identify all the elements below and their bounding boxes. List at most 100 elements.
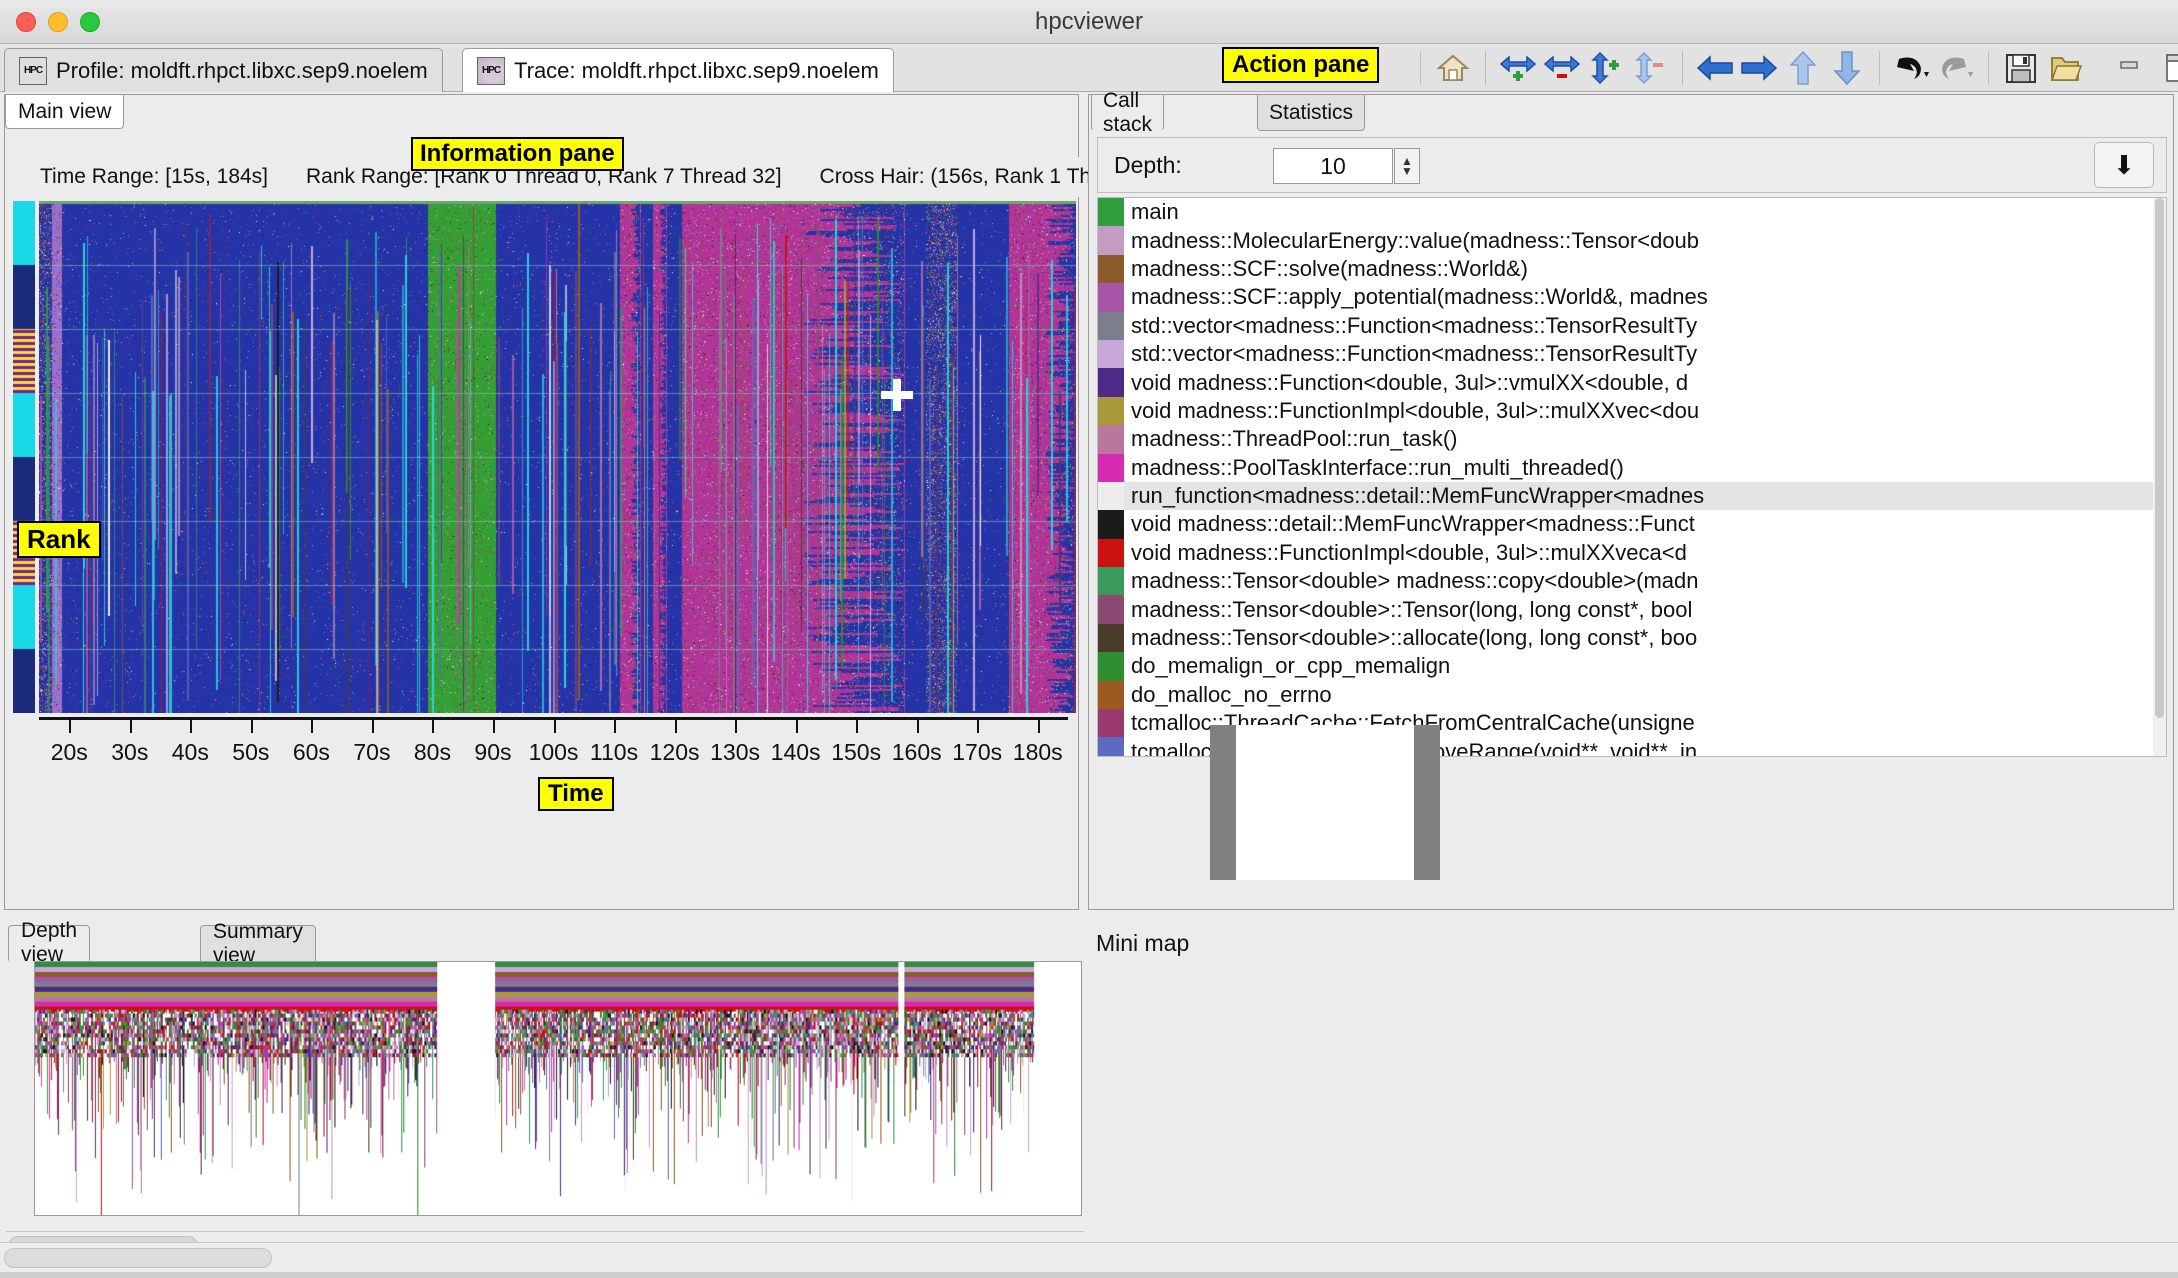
toolbar-group-home <box>1421 49 1485 87</box>
toolbar-group-history <box>1880 49 1988 87</box>
call-stack-row[interactable]: void madness::FunctionImpl<double, 3ul>:… <box>1098 397 2166 425</box>
tab-trace[interactable]: HPC Trace: moldft.rhpct.libxc.sep9.noele… <box>462 48 894 92</box>
tab-main-view-label: Main view <box>18 100 111 124</box>
call-stack-function-name: madness::PoolTaskInterface::run_multi_th… <box>1131 455 1624 481</box>
call-stack-color-swatch <box>1098 482 1124 510</box>
redo-icon[interactable] <box>1934 48 1978 88</box>
tab-depth-view[interactable]: Depth view <box>8 925 90 961</box>
call-stack-color-swatch <box>1098 652 1124 680</box>
call-stack-function-name: madness::Tensor<double>::allocate(long, … <box>1131 625 1697 651</box>
zoom-out-vertical-icon[interactable] <box>1628 48 1672 88</box>
call-stack-row[interactable]: run_function<madness::detail::MemFuncWra… <box>1098 482 2166 510</box>
call-stack-row[interactable]: madness::Tensor<double>::Tensor(long, lo… <box>1098 595 2166 623</box>
tab-main-view[interactable]: Main view <box>5 95 124 129</box>
trace-canvas[interactable] <box>39 201 1076 713</box>
call-stack-row[interactable]: madness::SCF::apply_potential(madness::W… <box>1098 283 2166 311</box>
main-view-tab-row: Main view <box>5 95 1080 129</box>
export-icon: ⬇ <box>2113 150 2135 181</box>
tab-depth-view-label: Depth view <box>21 919 77 967</box>
call-stack-scrollbar[interactable] <box>2153 198 2166 757</box>
call-stack-row[interactable]: madness::SCF::solve(madness::World&) <box>1098 255 2166 283</box>
chevron-down-icon[interactable]: ▼ <box>1401 166 1413 176</box>
time-axis-tick-label: 40s <box>172 739 209 766</box>
call-stack-list[interactable]: mainmadness::MolecularEnergy::value(madn… <box>1097 197 2167 757</box>
action-pane-toolbar <box>1420 44 2178 92</box>
zoom-in-vertical-icon[interactable] <box>1584 48 1628 88</box>
toolbar-group-navigate <box>1683 49 1879 87</box>
call-stack-function-name: std::vector<madness::Function<madness::T… <box>1131 313 1697 339</box>
call-stack-row[interactable]: madness::PoolTaskInterface::run_multi_th… <box>1098 454 2166 482</box>
time-axis-tick-label: 80s <box>414 739 451 766</box>
window-bottom-edge <box>0 1272 2178 1278</box>
call-stack-row[interactable]: madness::ThreadPool::run_task() <box>1098 425 2166 453</box>
hpc-trace-icon: HPC <box>477 57 505 85</box>
action-pane-annotation: Action pane <box>1222 47 1379 83</box>
open-folder-icon[interactable] <box>2043 48 2087 88</box>
tab-trace-label: Trace: moldft.rhpct.libxc.sep9.noelem <box>514 58 879 84</box>
call-stack-rows: mainmadness::MolecularEnergy::value(madn… <box>1098 198 2166 757</box>
mini-map-canvas[interactable] <box>1210 725 1440 880</box>
trace-view[interactable]: Rank <box>13 201 1076 713</box>
mini-map-right-band <box>1414 725 1440 880</box>
call-stack-row[interactable]: do_memalign_or_cpp_memalign <box>1098 652 2166 680</box>
time-axis-tick <box>675 720 677 733</box>
call-stack-color-swatch <box>1098 198 1124 226</box>
time-axis-tick-label: 100s <box>529 739 579 766</box>
minimize-view-icon[interactable] <box>2107 48 2151 88</box>
information-pane-annotation: Information pane <box>411 137 624 171</box>
maximize-view-icon[interactable] <box>2151 48 2178 88</box>
home-icon[interactable] <box>1431 48 1475 88</box>
time-axis-tick-label: 60s <box>293 739 330 766</box>
depth-stepper[interactable]: ▲ ▼ <box>1394 148 1420 184</box>
call-stack-color-swatch <box>1098 340 1124 368</box>
call-stack-function-name: void madness::detail::MemFuncWrapper<mad… <box>1131 511 1695 537</box>
call-stack-row[interactable]: std::vector<madness::Function<madness::T… <box>1098 340 2166 368</box>
window-scrollbar-thumb[interactable] <box>4 1248 272 1268</box>
time-axis-tick-label: 90s <box>474 739 511 766</box>
call-stack-row[interactable]: main <box>1098 198 2166 226</box>
toolbar-group-viewstate <box>2097 49 2178 87</box>
call-stack-color-swatch <box>1098 595 1124 623</box>
mini-map-pane: Mini map <box>1088 920 2174 1270</box>
tab-statistics-label: Statistics <box>1269 101 1353 125</box>
time-axis-tick-label: 50s <box>232 739 269 766</box>
tab-summary-view[interactable]: Summary view <box>200 925 316 961</box>
depth-input[interactable]: 10 <box>1273 148 1393 184</box>
call-stack-color-swatch <box>1098 737 1124 757</box>
call-stack-row[interactable]: do_malloc_no_errno <box>1098 681 2166 709</box>
zoom-in-horizontal-icon[interactable] <box>1496 48 1540 88</box>
depth-view-canvas[interactable] <box>34 961 1082 1216</box>
call-stack-row[interactable]: void madness::Function<double, 3ul>::vmu… <box>1098 368 2166 396</box>
call-stack-row[interactable]: madness::Tensor<double> madness::copy<do… <box>1098 567 2166 595</box>
call-stack-function-name: madness::SCF::apply_potential(madness::W… <box>1131 284 1708 310</box>
call-stack-color-swatch <box>1098 454 1124 482</box>
call-stack-row[interactable]: madness::Tensor<double>::allocate(long, … <box>1098 624 2166 652</box>
tab-statistics[interactable]: Statistics <box>1257 95 1365 131</box>
call-stack-color-swatch <box>1098 539 1124 567</box>
call-stack-row[interactable]: madness::MolecularEnergy::value(madness:… <box>1098 226 2166 254</box>
call-stack-function-name: void madness::Function<double, 3ul>::vmu… <box>1131 370 1688 396</box>
time-axis-tick-label: 180s <box>1013 739 1063 766</box>
zoom-out-horizontal-icon[interactable] <box>1540 48 1584 88</box>
navigate-down-icon[interactable] <box>1825 48 1869 88</box>
time-axis-tick-label: 160s <box>892 739 942 766</box>
call-stack-function-name: void madness::FunctionImpl<double, 3ul>:… <box>1131 398 1699 424</box>
time-axis-tick <box>130 720 132 733</box>
call-stack-row[interactable]: std::vector<madness::Function<madness::T… <box>1098 312 2166 340</box>
navigate-up-icon[interactable] <box>1781 48 1825 88</box>
call-stack-function-name: madness::ThreadPool::run_task() <box>1131 426 1458 452</box>
time-axis-tick-label: 170s <box>952 739 1002 766</box>
navigate-right-icon[interactable] <box>1737 48 1781 88</box>
tab-call-stack[interactable]: Call stack <box>1091 95 1164 131</box>
undo-icon[interactable] <box>1890 48 1934 88</box>
hpc-profile-icon: HPC <box>19 57 47 85</box>
time-axis-tick <box>614 720 616 733</box>
export-call-stack-button[interactable]: ⬇ <box>2094 142 2154 188</box>
tab-profile[interactable]: HPC Profile: moldft.rhpct.libxc.sep9.noe… <box>4 48 443 92</box>
window-horizontal-scrollbar[interactable] <box>0 1242 2178 1272</box>
call-stack-row[interactable]: void madness::detail::MemFuncWrapper<mad… <box>1098 510 2166 538</box>
call-stack-row[interactable]: void madness::FunctionImpl<double, 3ul>:… <box>1098 539 2166 567</box>
save-icon[interactable] <box>1999 48 2043 88</box>
navigate-left-icon[interactable] <box>1693 48 1737 88</box>
call-stack-scrollbar-thumb[interactable] <box>2155 198 2164 718</box>
